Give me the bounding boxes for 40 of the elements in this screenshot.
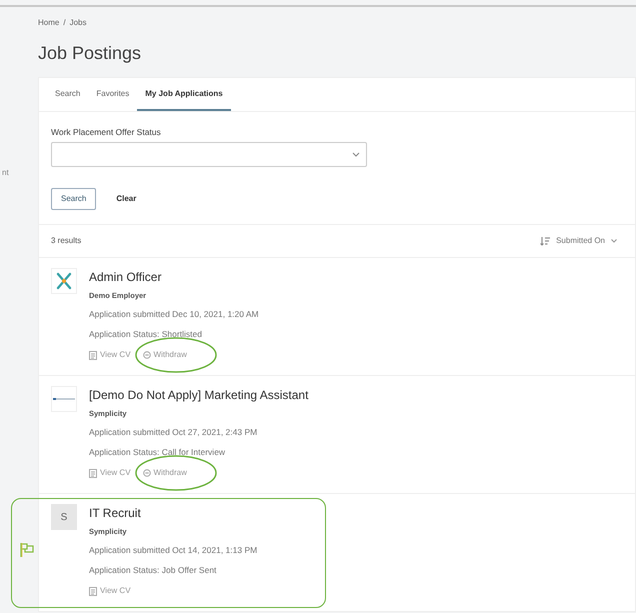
breadcrumb-link[interactable]: Home [38, 18, 60, 27]
company-logo [51, 268, 77, 294]
chevron-down-icon [611, 239, 617, 244]
search-button[interactable]: Search [51, 188, 96, 210]
submitted-date: Application submitted Oct 27, 2021, 2:43 PM [89, 426, 258, 438]
view-cv-link[interactable]: View CV [89, 467, 131, 480]
cancel-icon [142, 469, 151, 478]
status-select[interactable] [51, 142, 367, 168]
application-status: Application Status: Job Offer Sent [89, 564, 218, 578]
job-title[interactable]: IT Recruit [89, 504, 258, 522]
clear-button[interactable]: Clear [110, 192, 142, 206]
flag-icon [20, 542, 34, 558]
chevron-down-icon [352, 152, 360, 158]
document-icon [89, 468, 97, 478]
submitted-date: Application submitted Oct 14, 2021, 1:13 PM [89, 544, 258, 556]
submitted-date: Application submitted Dec 10, 2021, 1:20 AM [89, 308, 259, 320]
withdraw-link[interactable]: Withdraw [142, 349, 187, 362]
withdraw-link[interactable]: Withdraw [142, 467, 187, 480]
view-cv-link[interactable]: View CV [89, 585, 131, 598]
job-title[interactable]: Admin Officer [89, 268, 259, 286]
sort-icon [540, 236, 550, 246]
job-title[interactable]: [Demo Do Not Apply] Marketing Assistant [89, 386, 308, 404]
application-status: Application Status: Call for Interview [89, 446, 226, 460]
company-logo [51, 386, 77, 412]
breadcrumb-current: Jobs [70, 18, 86, 27]
page-title: Job Postings [38, 43, 142, 65]
tab[interactable]: Search [47, 78, 88, 111]
document-icon [89, 586, 97, 596]
tab[interactable]: My Job Applications [137, 78, 231, 111]
field-label: Work Placement Offer Status [51, 126, 162, 138]
view-cv-link[interactable]: View CV [89, 349, 131, 362]
sidebar-label: nt [2, 167, 9, 179]
application-status: Application Status: Shortlisted [89, 328, 203, 342]
sort-button[interactable]: Submitted On [534, 234, 623, 248]
company-avatar: S [51, 504, 77, 530]
document-icon [89, 350, 97, 360]
results-count: 3 results [51, 235, 82, 248]
breadcrumb-separator: / [63, 18, 66, 27]
tab[interactable]: Favorites [88, 78, 138, 111]
cancel-icon [142, 351, 151, 360]
